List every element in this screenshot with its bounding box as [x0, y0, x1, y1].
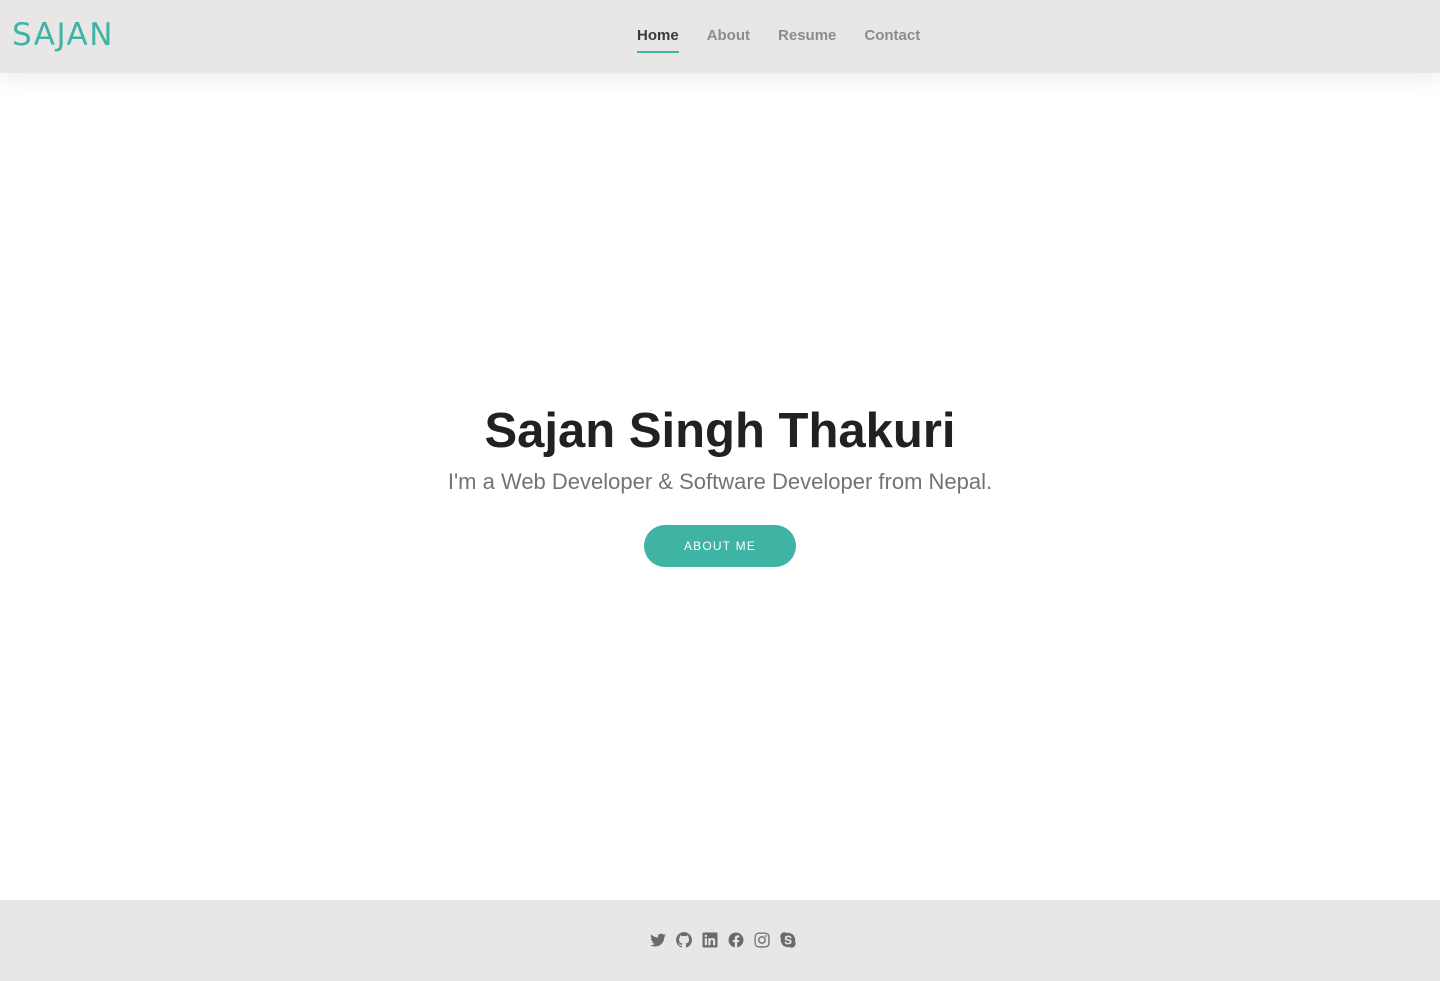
facebook-icon[interactable]	[727, 931, 745, 949]
hero-section: Sajan Singh Thakuri I'm a Web Developer …	[0, 73, 1440, 900]
hero-name: Sajan Singh Thakuri	[484, 404, 956, 458]
about-me-button[interactable]: ABOUT ME	[644, 525, 796, 567]
linkedin-icon[interactable]	[701, 931, 719, 949]
site-footer	[0, 900, 1440, 981]
nav-home[interactable]: Home	[637, 0, 679, 53]
nav-contact[interactable]: Contact	[864, 0, 920, 53]
instagram-icon[interactable]	[753, 931, 771, 949]
social-links	[649, 931, 805, 949]
hero-tagline: I'm a Web Developer & Software Developer…	[447, 469, 993, 494]
twitter-icon[interactable]	[649, 931, 667, 949]
skype-icon[interactable]	[779, 931, 797, 949]
nav-about[interactable]: About	[707, 0, 750, 53]
nav-resume[interactable]: Resume	[778, 0, 836, 53]
github-icon[interactable]	[675, 931, 693, 949]
site-header: SAJAN Home About Resume Contact	[0, 0, 1440, 73]
main-nav: Home About Resume Contact	[637, 0, 948, 73]
site-logo[interactable]: SAJAN	[12, 15, 114, 55]
